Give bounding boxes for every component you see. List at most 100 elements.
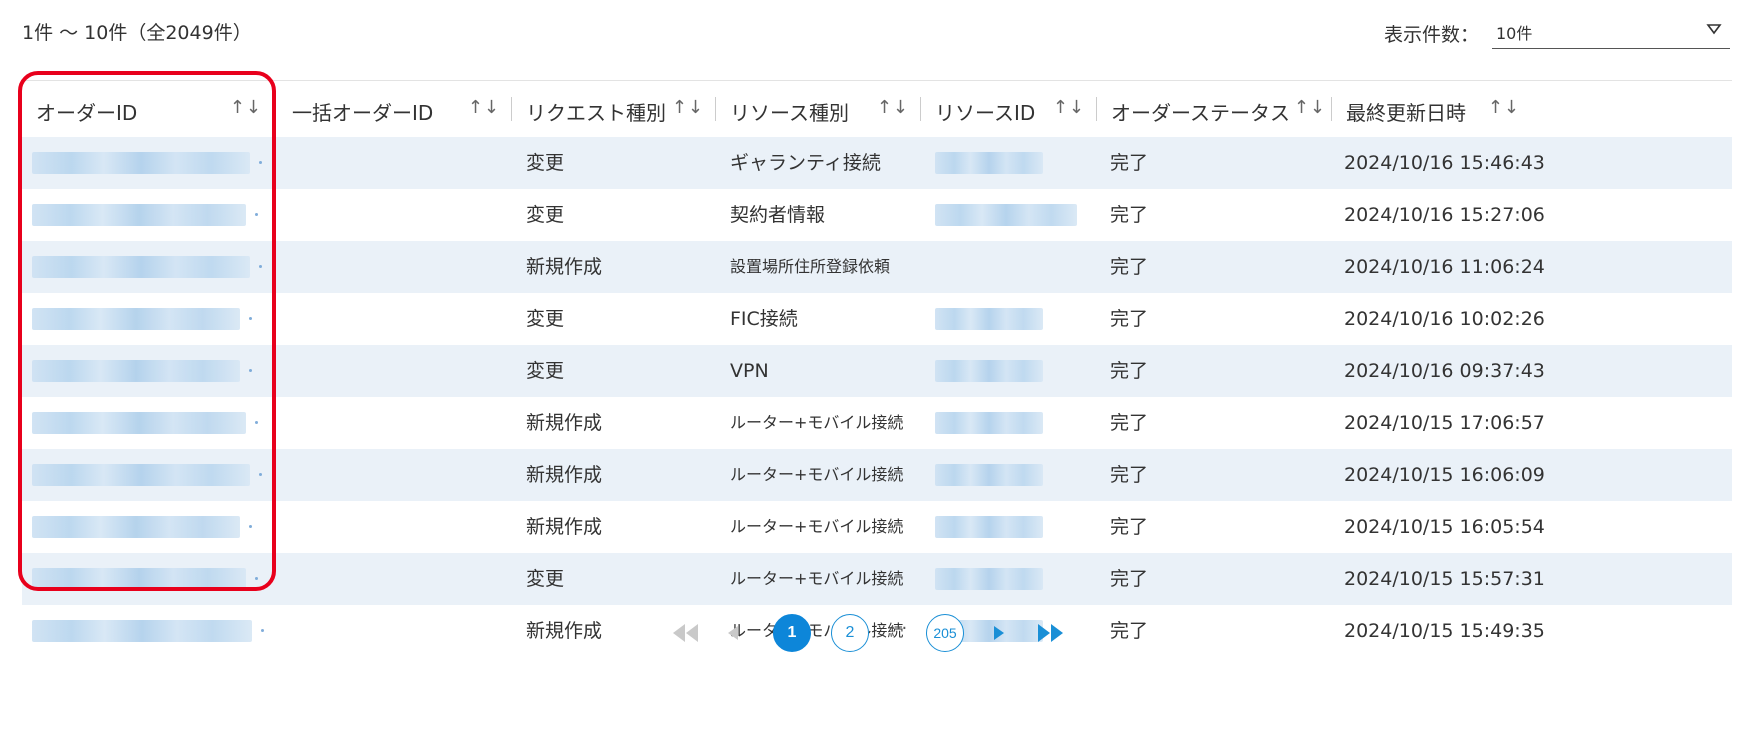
table-row[interactable]: 変更 契約者情報 完了 2024/10/16 15:27:06: [22, 189, 1732, 241]
resource-id-link-redacted[interactable]: [935, 204, 1077, 226]
request-type-cell: 新規作成: [526, 464, 603, 486]
col-header-order-status: オーダーステータス ↑↓: [1097, 81, 1332, 137]
resource-id-link-redacted[interactable]: [935, 152, 1043, 174]
order-id-link-redacted[interactable]: [32, 256, 262, 278]
col-header-request-type: リクエスト種別 ↑↓: [512, 81, 716, 137]
last-updated-cell: 2024/10/15 16:05:54: [1344, 516, 1545, 538]
sort-icon[interactable]: ↑↓: [672, 97, 704, 118]
sort-icon[interactable]: ↑↓: [230, 97, 262, 118]
col-header-last-updated: 最終更新日時 ↑↓: [1332, 81, 1532, 137]
sort-icon[interactable]: ↑↓: [1294, 97, 1326, 118]
page-button-1[interactable]: 1: [773, 614, 811, 652]
col-header-resource-type: リソース種別 ↑↓: [716, 81, 921, 137]
per-page-select[interactable]: 10件: [1492, 12, 1730, 49]
result-count: 1件 ～ 10件（全2049件）: [22, 22, 252, 44]
order-status-cell: 完了: [1110, 516, 1149, 538]
column-label: 一括オーダーID: [292, 101, 434, 125]
request-type-cell: 新規作成: [526, 412, 603, 434]
page-button-2[interactable]: 2: [831, 614, 869, 652]
sort-icon[interactable]: ↑↓: [1053, 97, 1085, 118]
order-id-link-redacted[interactable]: [32, 412, 258, 434]
order-id-link-redacted[interactable]: [32, 152, 262, 174]
table-row[interactable]: 新規作成 ルーター+モバイル接続 完了 2024/10/15 16:05:54: [22, 501, 1732, 553]
column-label: 最終更新日時: [1346, 101, 1466, 125]
resource-type-cell: ルーター+モバイル接続: [730, 569, 904, 588]
table-row[interactable]: 新規作成 設置場所住所登録依頼 完了 2024/10/16 11:06:24: [22, 241, 1732, 293]
order-status-cell: 完了: [1110, 360, 1149, 382]
last-updated-cell: 2024/10/16 15:27:06: [1344, 204, 1545, 226]
resource-type-cell: ルーター+モバイル接続: [730, 465, 904, 484]
order-table: オーダーID ↑↓ 一括オーダーID ↑↓ リクエスト種別 ↑↓ リソース種別 …: [22, 80, 1732, 657]
page-ellipsis: ···: [890, 618, 908, 639]
resource-id-link-redacted[interactable]: [935, 516, 1043, 538]
resource-id-link-redacted[interactable]: [935, 464, 1043, 486]
table-row[interactable]: 新規作成 ルーター+モバイル接続 完了 2024/10/15 17:06:57: [22, 397, 1732, 449]
table-row[interactable]: 変更 VPN 完了 2024/10/16 09:37:43: [22, 345, 1732, 397]
chevron-down-icon: [1706, 24, 1722, 35]
pagination: 1 2 ··· 205: [0, 612, 1744, 658]
resource-type-cell: FIC接続: [730, 308, 798, 330]
page-button-205[interactable]: 205: [926, 614, 964, 652]
sort-icon[interactable]: ↑↓: [877, 97, 909, 118]
last-updated-cell: 2024/10/16 11:06:24: [1344, 256, 1545, 278]
order-id-link-redacted[interactable]: [32, 464, 262, 486]
order-status-cell: 完了: [1110, 308, 1149, 330]
first-page-icon[interactable]: [670, 622, 700, 644]
sort-icon[interactable]: ↑↓: [468, 97, 500, 118]
resource-id-link-redacted[interactable]: [935, 308, 1043, 330]
last-updated-cell: 2024/10/16 09:37:43: [1344, 360, 1545, 382]
col-header-bulk-order-id: 一括オーダーID ↑↓: [278, 81, 512, 137]
request-type-cell: 新規作成: [526, 516, 603, 538]
per-page-value: 10件: [1496, 24, 1533, 43]
column-label: リソースID: [935, 101, 1036, 125]
last-updated-cell: 2024/10/15 15:57:31: [1344, 568, 1545, 590]
order-id-link-redacted[interactable]: [32, 360, 252, 382]
col-header-resource-id: リソースID ↑↓: [921, 81, 1097, 137]
column-label: オーダーステータス: [1111, 101, 1290, 125]
col-header-order-id: オーダーID ↑↓: [22, 81, 274, 137]
order-status-cell: 完了: [1110, 412, 1149, 434]
column-label: オーダーID: [36, 101, 138, 125]
resource-type-cell: VPN: [730, 360, 769, 382]
last-updated-cell: 2024/10/15 16:06:09: [1344, 464, 1545, 486]
last-page-icon[interactable]: [1036, 622, 1066, 644]
order-status-cell: 完了: [1110, 256, 1149, 278]
request-type-cell: 変更: [526, 568, 565, 590]
last-updated-cell: 2024/10/16 10:02:26: [1344, 308, 1545, 330]
order-status-cell: 完了: [1110, 464, 1149, 486]
order-status-cell: 完了: [1110, 204, 1149, 226]
request-type-cell: 変更: [526, 360, 565, 382]
resource-id-link-redacted[interactable]: [935, 360, 1043, 382]
resource-type-cell: ギャランティ接続: [730, 152, 881, 174]
resource-type-cell: ルーター+モバイル接続: [730, 517, 904, 536]
column-label: リクエスト種別: [526, 101, 666, 125]
order-id-link-redacted[interactable]: [32, 204, 258, 226]
table-row[interactable]: 新規作成 ルーター+モバイル接続 完了 2024/10/15 16:06:09: [22, 449, 1732, 501]
table-body: 変更 ギャランティ接続 完了 2024/10/16 15:46:43 変更 契約者情報 完了…: [22, 137, 1732, 657]
table-header: オーダーID ↑↓ 一括オーダーID ↑↓ リクエスト種別 ↑↓ リソース種別 …: [22, 80, 1732, 137]
order-status-cell: 完了: [1110, 152, 1149, 174]
resource-type-cell: 設置場所住所登録依頼: [730, 257, 891, 276]
sort-icon[interactable]: ↑↓: [1488, 97, 1520, 118]
column-label: リソース種別: [730, 101, 849, 125]
resource-id-link-redacted[interactable]: [935, 568, 1043, 590]
prev-page-icon[interactable]: [726, 625, 740, 641]
order-id-link-redacted[interactable]: [32, 568, 258, 590]
resource-type-cell: ルーター+モバイル接続: [730, 413, 904, 432]
next-page-icon[interactable]: [992, 625, 1006, 641]
resource-id-link-redacted[interactable]: [935, 412, 1043, 434]
list-toolbar: 1件 ～ 10件（全2049件） 表示件数： 10件: [0, 0, 1744, 60]
request-type-cell: 新規作成: [526, 256, 603, 278]
last-updated-cell: 2024/10/16 15:46:43: [1344, 152, 1545, 174]
order-id-link-redacted[interactable]: [32, 516, 252, 538]
order-id-link-redacted[interactable]: [32, 308, 252, 330]
table-row[interactable]: 変更 ルーター+モバイル接続 完了 2024/10/15 15:57:31: [22, 553, 1732, 605]
resource-type-cell: 契約者情報: [730, 204, 826, 226]
request-type-cell: 変更: [526, 204, 565, 226]
last-updated-cell: 2024/10/15 17:06:57: [1344, 412, 1545, 434]
table-row[interactable]: 変更 FIC接続 完了 2024/10/16 10:02:26: [22, 293, 1732, 345]
table-row[interactable]: 変更 ギャランティ接続 完了 2024/10/16 15:46:43: [22, 137, 1732, 189]
order-status-cell: 完了: [1110, 568, 1149, 590]
request-type-cell: 変更: [526, 152, 565, 174]
per-page-label: 表示件数：: [1384, 24, 1480, 46]
